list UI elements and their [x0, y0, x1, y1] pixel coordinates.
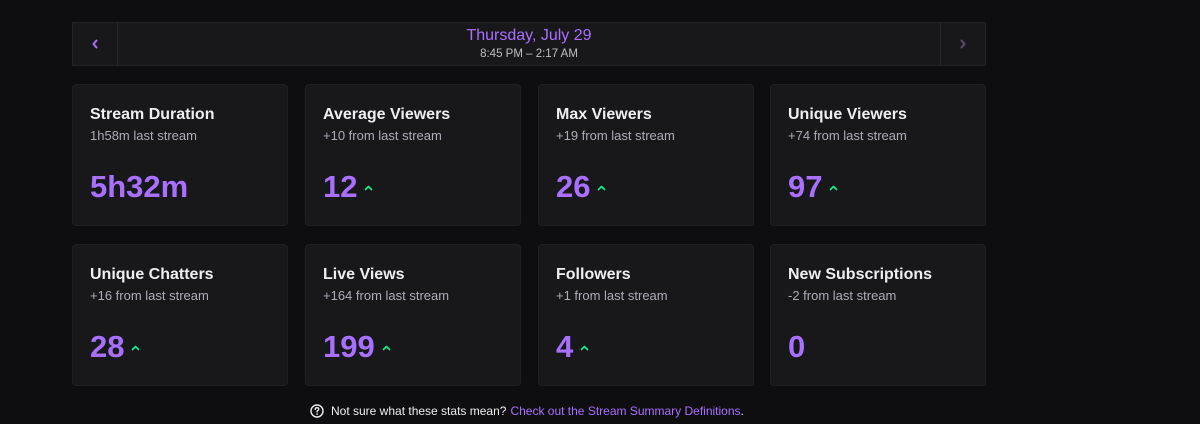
card-title: Followers	[556, 266, 631, 283]
card-value-row: 0	[788, 327, 805, 367]
stat-card-unique-chatters: Unique Chatters +16 from last stream 28	[72, 244, 288, 386]
trend-up-icon	[382, 345, 391, 351]
card-value-row: 28	[90, 327, 140, 367]
trend-up-icon	[580, 345, 589, 351]
help-question-text: Not sure what these stats mean?	[331, 404, 507, 418]
card-subtitle: +74 from last stream	[788, 128, 907, 143]
date-navigator: Thursday, July 29 8:45 PM – 2:17 AM	[72, 22, 986, 66]
help-circle-icon	[310, 404, 324, 418]
card-title: Live Views	[323, 266, 405, 283]
stat-card-followers: Followers +1 from last stream 4	[538, 244, 754, 386]
trend-up-icon	[597, 185, 606, 191]
card-value: 26	[556, 169, 591, 204]
card-value: 5h32m	[90, 169, 189, 204]
stat-card-unique-viewers: Unique Viewers +74 from last stream 97	[770, 84, 986, 226]
stat-card-stream-duration: Stream Duration 1h58m last stream 5h32m	[72, 84, 288, 226]
trend-up-icon	[829, 185, 838, 191]
stat-card-max-viewers: Max Viewers +19 from last stream 26	[538, 84, 754, 226]
card-subtitle: -2 from last stream	[788, 288, 897, 303]
previous-stream-button[interactable]	[73, 23, 118, 65]
card-value-row: 97	[788, 167, 838, 207]
card-title: Average Viewers	[323, 106, 451, 123]
card-title: New Subscriptions	[788, 266, 933, 283]
card-value-row: 26	[556, 167, 606, 207]
card-title: Max Viewers	[556, 106, 652, 123]
stat-card-average-viewers: Average Viewers +10 from last stream 12	[305, 84, 521, 226]
card-subtitle: +10 from last stream	[323, 128, 442, 143]
chevron-left-icon	[92, 39, 98, 49]
stream-date: Thursday, July 29	[466, 27, 592, 44]
chevron-right-icon	[960, 39, 966, 49]
stream-time-range: 8:45 PM – 2:17 AM	[480, 48, 578, 60]
card-value: 0	[788, 329, 806, 364]
footer-period: .	[740, 404, 744, 418]
trend-up-icon	[364, 185, 373, 191]
stat-card-new-subscriptions: New Subscriptions -2 from last stream 0	[770, 244, 986, 386]
card-title: Unique Viewers	[788, 106, 907, 123]
card-value: 28	[90, 329, 125, 364]
card-value: 4	[556, 329, 574, 364]
stat-card-live-views: Live Views +164 from last stream 199	[305, 244, 521, 386]
card-value: 97	[788, 169, 823, 204]
card-subtitle: +16 from last stream	[90, 288, 209, 303]
card-value: 199	[323, 329, 375, 364]
stream-date-block: Thursday, July 29 8:45 PM – 2:17 AM	[117, 23, 941, 65]
card-title: Stream Duration	[90, 106, 215, 123]
next-stream-button[interactable]	[940, 23, 985, 65]
card-subtitle: +1 from last stream	[556, 288, 668, 303]
card-value-row: 5h32m	[90, 167, 188, 207]
card-subtitle: +164 from last stream	[323, 288, 450, 303]
stats-help-footer: Not sure what these stats mean? Check ou…	[310, 402, 744, 420]
card-value: 12	[323, 169, 358, 204]
card-value-row: 199	[323, 327, 391, 367]
card-value-row: 12	[323, 167, 373, 207]
stream-summary-definitions-link[interactable]: Check out the Stream Summary Definitions	[510, 404, 740, 418]
card-value-row: 4	[556, 327, 589, 367]
trend-up-icon	[131, 345, 140, 351]
card-subtitle: 1h58m last stream	[90, 128, 197, 143]
card-subtitle: +19 from last stream	[556, 128, 675, 143]
card-title: Unique Chatters	[90, 266, 214, 283]
